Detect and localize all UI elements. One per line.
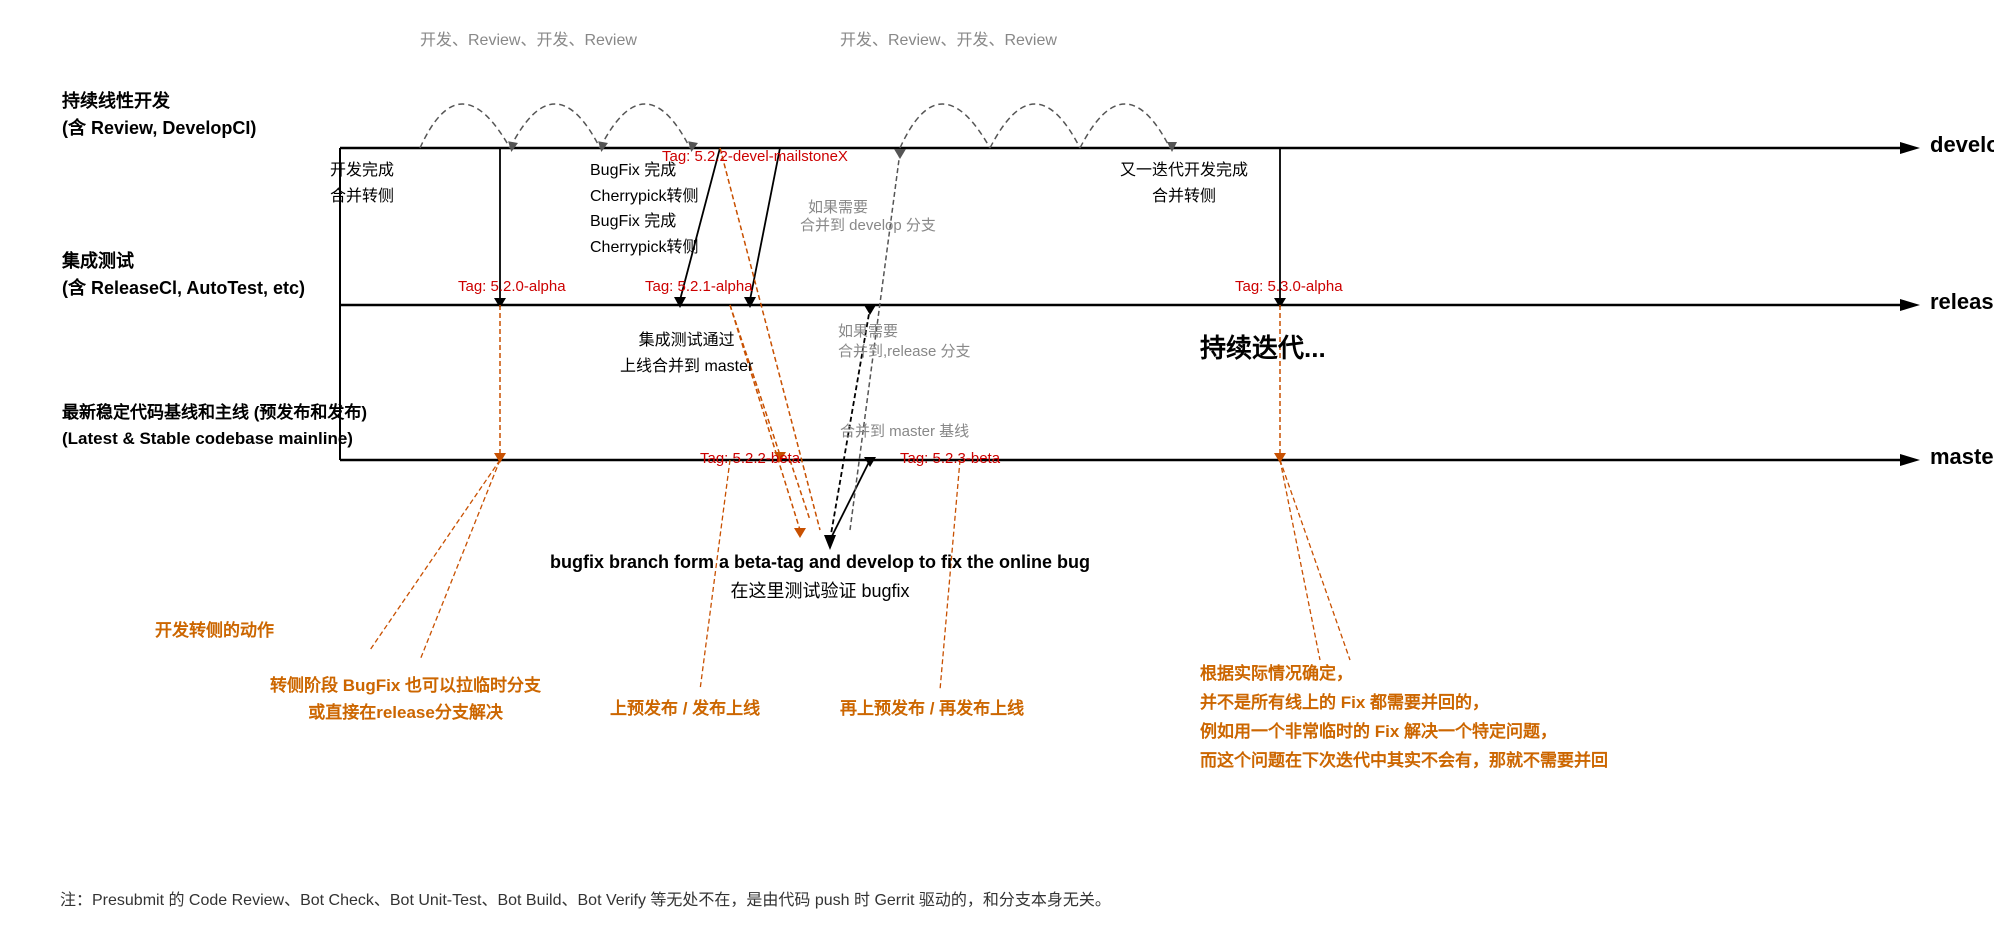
integration-pass-annotation: 集成测试通过 上线合并到 master	[620, 328, 753, 379]
dev-complete-annotation: 开发完成 合并转侧	[330, 158, 394, 209]
tag-521-alpha: Tag: 5.2.1-alpha	[645, 278, 753, 295]
bugfix-temp-annotation: 转侧阶段 BugFix 也可以拉临时分支 或直接在release分支解决	[270, 672, 541, 726]
tag-522-beta: Tag: 5.2.2-beta	[700, 450, 800, 467]
tag-530-alpha: Tag: 5.3.0-alpha	[1235, 278, 1343, 295]
develop-branch-label: develop	[1930, 132, 1994, 158]
note-right-annotation: 根据实际情况确定， 并不是所有线上的 Fix 都需要并回的， 例如用一个非常临时…	[1200, 660, 1608, 776]
footer-note: 注：Presubmit 的 Code Review、Bot Check、Bot …	[60, 886, 1111, 910]
merge-to-develop-annotation: 合并到 develop 分支	[800, 214, 936, 235]
stable-mainline-label: 最新稳定代码基线和主线 (预发布和发布) (Latest & Stable co…	[62, 400, 367, 451]
merge-to-release-annotation: 合并到,release 分支	[838, 340, 971, 361]
right-cycle-label: 开发、Review、开发、Review	[840, 26, 1057, 50]
pre-release-annotation: 上预发布 / 发布上线	[610, 694, 760, 719]
another-dev-complete-annotation: 又一迭代开发完成 合并转侧	[1120, 158, 1248, 209]
left-cycle-label: 开发、Review、开发、Review	[420, 26, 637, 50]
master-branch-label: master	[1930, 444, 1994, 470]
bugfix-branch-annotation: bugfix branch form a beta-tag and develo…	[550, 548, 1090, 606]
diagram-container: develop release master 持续线性开发 (含 Review,…	[0, 0, 1994, 944]
bugfix-complete-annotation: BugFix 完成 Cherrypick转侧 BugFix 完成 Cherryp…	[590, 158, 698, 260]
diagram-svg	[0, 0, 1994, 944]
merge-to-master-annotation: 合并到 master 基线	[840, 420, 969, 441]
continuous-dev-label: 持续线性开发 (含 Review, DevelopCI)	[62, 88, 256, 142]
integration-test-label: 集成测试 (含 ReleaseCl, AutoTest, etc)	[62, 248, 305, 302]
release-branch-label: release	[1930, 289, 1994, 315]
tag-520-alpha: Tag: 5.2.0-alpha	[458, 278, 566, 295]
tag-523-beta: Tag: 5.2.3-beta	[900, 450, 1000, 467]
continuous-iterate-annotation: 持续迭代...	[1200, 328, 1326, 365]
re-pre-release-annotation: 再上预发布 / 再发布上线	[840, 694, 1024, 719]
if-needed-2-annotation: 如果需要	[838, 320, 898, 341]
dev-action-annotation: 开发转侧的动作	[155, 616, 274, 641]
